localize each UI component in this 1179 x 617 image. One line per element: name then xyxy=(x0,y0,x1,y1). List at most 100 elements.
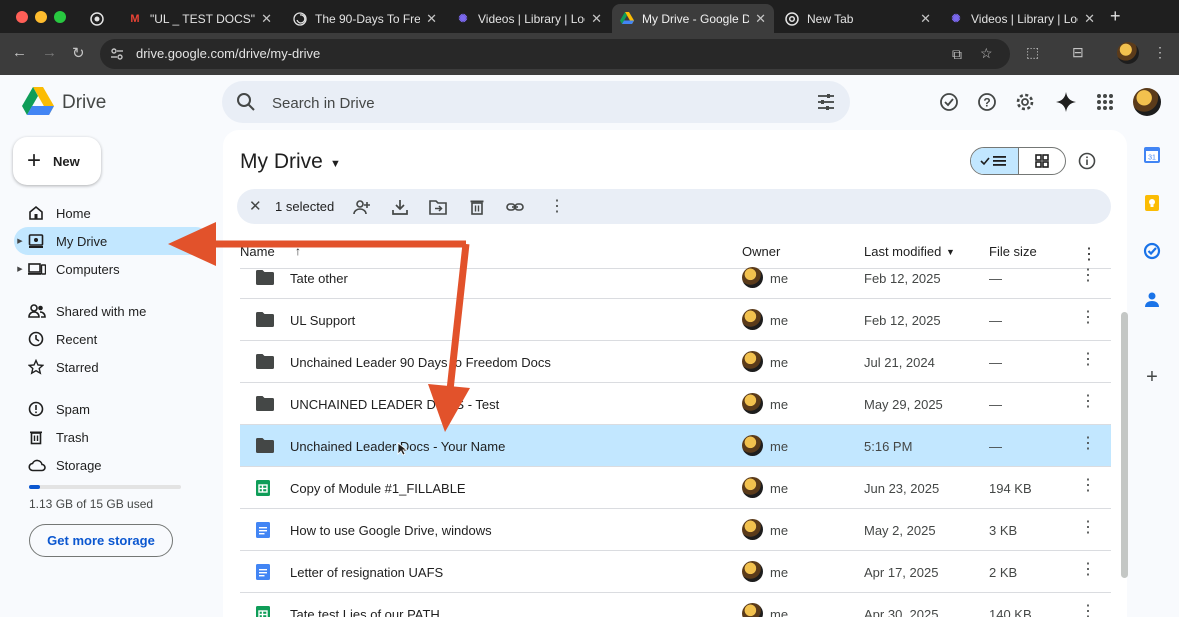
zoom-window-button[interactable] xyxy=(54,11,66,23)
forward-icon[interactable]: → xyxy=(42,44,57,61)
add-addon-icon[interactable]: + xyxy=(1143,367,1161,387)
row-more-actions-icon[interactable]: ⋮ xyxy=(1080,562,1096,578)
browser-profile-avatar[interactable] xyxy=(1117,42,1139,64)
download-icon[interactable] xyxy=(391,198,409,216)
help-icon[interactable]: ? xyxy=(977,92,997,112)
new-tab-icon[interactable]: + xyxy=(1110,6,1121,27)
extensions-icon[interactable]: ⬚ xyxy=(1026,44,1039,61)
table-row[interactable]: Tate other me Feb 12, 2025 — ⋮ xyxy=(240,257,1111,299)
file-name[interactable]: Letter of resignation UAFS xyxy=(290,565,443,580)
table-row[interactable]: UNCHAINED LEADER DOCS - Test me May 29, 20… xyxy=(240,383,1111,425)
file-name[interactable]: How to use Google Drive, windows xyxy=(290,523,492,538)
browser-tab-1[interactable] xyxy=(82,4,112,33)
table-row[interactable]: Letter of resignation UAFS me Apr 17, 2025… xyxy=(240,551,1111,593)
sidebar-item-recent[interactable]: Recent xyxy=(14,325,210,353)
sidebar-item-home[interactable]: Home xyxy=(14,199,210,227)
browser-tab-2[interactable]: M "UL _ TEST DOCS" - ✕ xyxy=(120,4,280,33)
clear-selection-icon[interactable]: ✕ xyxy=(249,197,262,215)
sidebar-item-starred[interactable]: Starred xyxy=(14,353,210,381)
table-row[interactable]: How to use Google Drive, windows me May 2,… xyxy=(240,509,1111,551)
browser-tab-5[interactable]: My Drive - Google Dr ✕ xyxy=(612,4,774,33)
search-input[interactable]: Search in Drive xyxy=(272,95,375,112)
row-more-actions-icon[interactable]: ⋮ xyxy=(1080,310,1096,326)
browser-tab-3[interactable]: The 90-Days To Free ✕ xyxy=(285,4,445,33)
list-view-button[interactable] xyxy=(971,148,1019,174)
grid-view-button[interactable] xyxy=(1019,148,1066,174)
sidebar-item-trash[interactable]: Trash xyxy=(14,423,210,451)
row-more-actions-icon[interactable]: ⋮ xyxy=(1080,394,1096,410)
table-row[interactable]: Tate test Lies of our PATH me Apr 30, 2025… xyxy=(240,593,1111,617)
details-info-icon[interactable] xyxy=(1078,152,1096,170)
table-row[interactable]: Unchained Leader Docs - Your Name me 5:16 … xyxy=(240,425,1111,467)
search-options-icon[interactable] xyxy=(816,93,836,111)
expand-caret-icon[interactable]: ▶ xyxy=(14,265,26,273)
settings-gear-icon[interactable] xyxy=(1015,92,1035,112)
sidebar-item-storage[interactable]: Storage xyxy=(14,451,210,479)
browser-tab-4[interactable]: ✺ Videos | Library | Loo ✕ xyxy=(448,4,610,33)
offline-ready-icon[interactable] xyxy=(939,92,959,112)
close-tab-icon[interactable]: ✕ xyxy=(920,11,931,27)
sidebar-item-my-drive[interactable]: ▶ My Drive xyxy=(14,227,210,255)
sidebar-item-computers[interactable]: ▶ Computers xyxy=(14,255,210,283)
browser-menu-icon[interactable]: ⋮ xyxy=(1153,44,1167,61)
reload-icon[interactable]: ↻ xyxy=(72,44,85,62)
expand-caret-icon[interactable]: ▶ xyxy=(14,237,26,245)
spam-icon xyxy=(26,401,56,417)
row-more-actions-icon[interactable]: ⋮ xyxy=(1080,520,1096,536)
minimize-window-button[interactable] xyxy=(35,11,47,23)
sort-arrow-up-icon[interactable]: ↑ xyxy=(295,244,301,258)
row-more-actions-icon[interactable]: ⋮ xyxy=(1080,436,1096,452)
close-tab-icon[interactable]: ✕ xyxy=(591,11,602,27)
file-name[interactable]: UL Support xyxy=(290,313,355,328)
drive-brand[interactable]: Drive xyxy=(62,92,106,114)
table-row[interactable]: Unchained Leader 90 Days to Freedom Docs… xyxy=(240,341,1111,383)
close-tab-icon[interactable]: ✕ xyxy=(1084,11,1095,27)
address-bar[interactable]: drive.google.com/drive/my-drive ⧉ ☆ xyxy=(100,39,1010,69)
page-title[interactable]: My Drive xyxy=(240,150,323,174)
back-icon[interactable]: ← xyxy=(12,44,27,61)
title-dropdown-icon[interactable]: ▼ xyxy=(330,158,341,170)
copy-link-icon[interactable] xyxy=(506,198,524,216)
browser-tab-7[interactable]: ✺ Videos | Library | Loo ✕ xyxy=(941,4,1103,33)
close-tab-icon[interactable]: ✕ xyxy=(426,11,437,27)
row-more-actions-icon[interactable]: ⋮ xyxy=(1080,268,1096,284)
row-more-actions-icon[interactable]: ⋮ xyxy=(1080,352,1096,368)
close-tab-icon[interactable]: ✕ xyxy=(261,11,272,27)
keep-icon[interactable] xyxy=(1143,194,1161,212)
site-settings-icon[interactable] xyxy=(110,47,124,61)
file-name[interactable]: UNCHAINED LEADER DOCS - Test xyxy=(290,397,499,412)
file-name[interactable]: Tate other xyxy=(290,271,348,286)
apps-grid-icon[interactable] xyxy=(1095,92,1115,112)
account-avatar[interactable] xyxy=(1133,88,1161,116)
scrollbar-thumb[interactable] xyxy=(1121,312,1128,578)
close-tab-icon[interactable]: ✕ xyxy=(755,11,766,27)
drive-logo-icon[interactable] xyxy=(22,87,54,115)
calendar-icon[interactable]: 31 xyxy=(1143,146,1161,164)
install-app-icon[interactable]: ⧉ xyxy=(952,46,962,63)
row-more-actions-icon[interactable]: ⋮ xyxy=(1080,478,1096,494)
share-add-person-icon[interactable] xyxy=(353,198,371,216)
more-actions-icon[interactable]: ⋮ xyxy=(549,196,567,215)
bookmark-star-icon[interactable]: ☆ xyxy=(980,45,993,62)
sidebar-item-shared-with-me[interactable]: Shared with me xyxy=(14,297,210,325)
contacts-icon[interactable] xyxy=(1143,290,1161,308)
search-icon[interactable] xyxy=(236,92,256,112)
browser-tab-6[interactable]: New Tab ✕ xyxy=(777,4,939,33)
search-bar[interactable]: Search in Drive xyxy=(222,81,850,123)
tasks-icon[interactable] xyxy=(1143,242,1161,260)
close-window-button[interactable] xyxy=(16,11,28,23)
table-row[interactable]: Copy of Module #1_FILLABLE me Jun 23, 2025… xyxy=(240,467,1111,509)
delete-trash-icon[interactable] xyxy=(468,198,486,216)
file-name[interactable]: Copy of Module #1_FILLABLE xyxy=(290,481,466,496)
file-name[interactable]: Tate test Lies of our PATH xyxy=(290,607,440,617)
row-more-actions-icon[interactable]: ⋮ xyxy=(1080,604,1096,617)
sort-dropdown-icon[interactable]: ▼ xyxy=(946,247,955,257)
get-more-storage-button[interactable]: Get more storage xyxy=(29,524,173,557)
gemini-sparkle-icon[interactable] xyxy=(1056,92,1076,112)
table-row[interactable]: UL Support me Feb 12, 2025 — ⋮ xyxy=(240,299,1111,341)
new-button[interactable]: + New xyxy=(13,137,101,185)
file-name[interactable]: Unchained Leader 90 Days to Freedom Docs xyxy=(290,355,551,370)
tab-search-icon[interactable]: ⊟ xyxy=(1072,44,1084,61)
move-to-folder-icon[interactable] xyxy=(429,198,447,216)
sidebar-item-spam[interactable]: Spam xyxy=(14,395,210,423)
